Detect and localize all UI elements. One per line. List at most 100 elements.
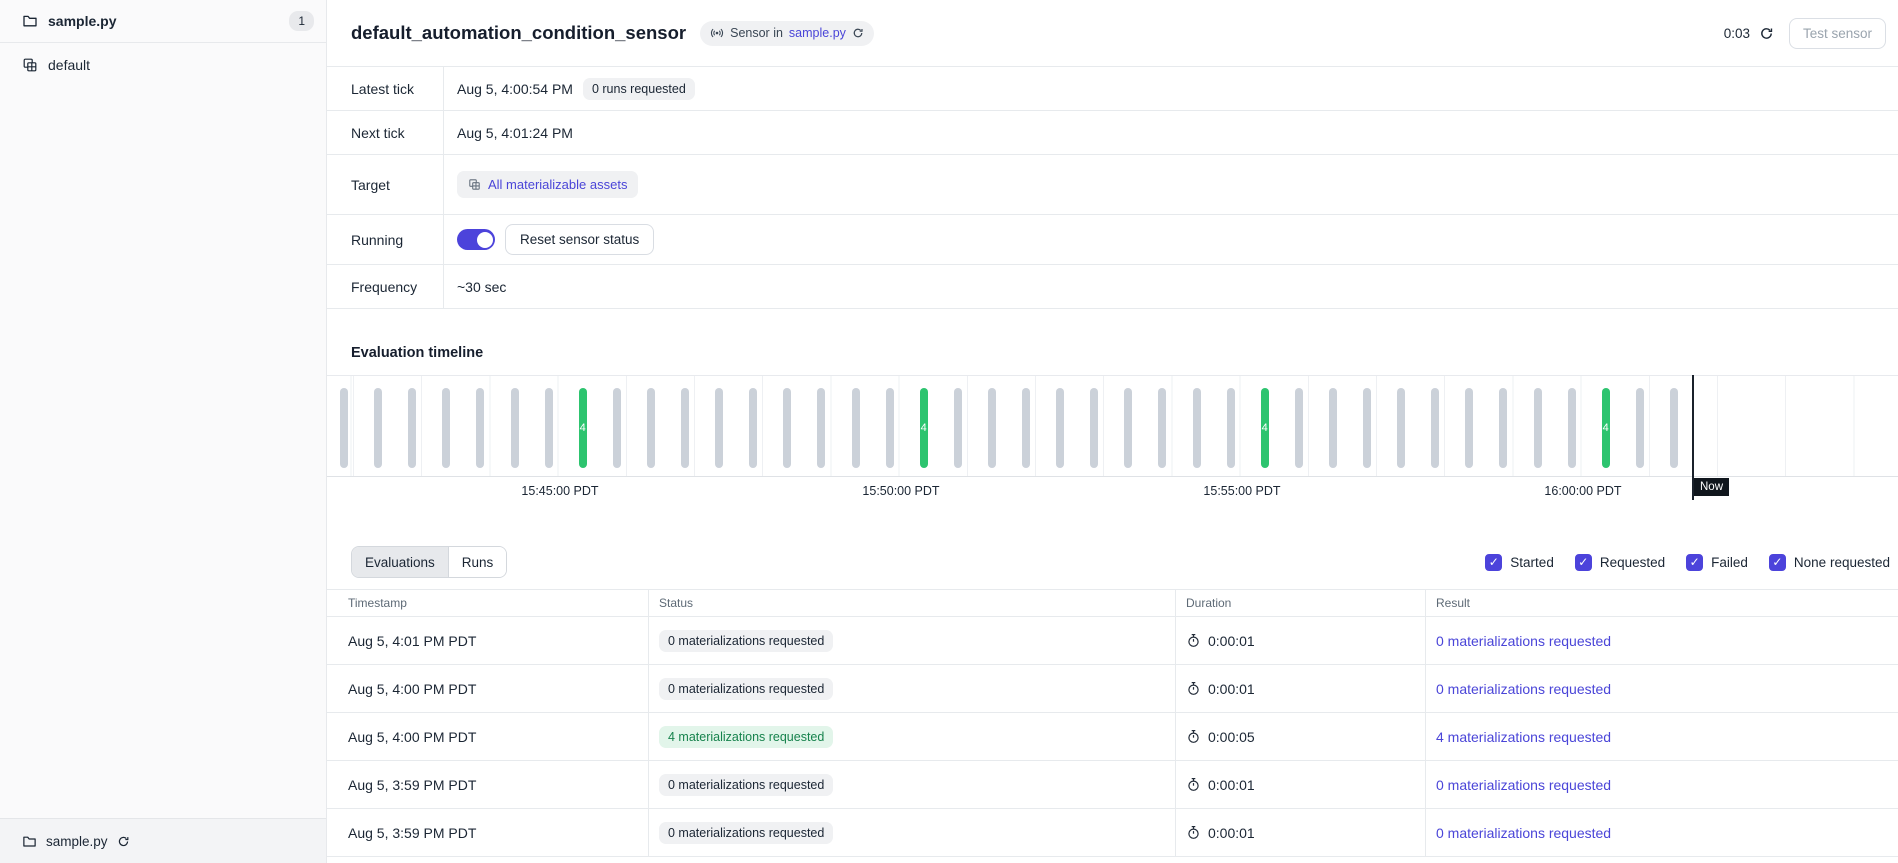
timeline-bar-requested[interactable]: 4 <box>1261 388 1269 468</box>
sensor-file-link[interactable]: sample.py <box>789 26 846 40</box>
checkbox-icon[interactable]: ✓ <box>1686 554 1703 571</box>
test-sensor-button[interactable]: Test sensor <box>1789 18 1886 49</box>
timer-icon <box>1186 777 1201 792</box>
timeline-bar[interactable] <box>1124 388 1132 468</box>
timeline-bar[interactable] <box>886 388 894 468</box>
axis-tick-label: 16:00:00 PDT <box>1544 484 1621 498</box>
timeline-bar[interactable] <box>715 388 723 468</box>
tab-evaluations[interactable]: Evaluations <box>352 547 448 577</box>
timeline-bar[interactable] <box>476 388 484 468</box>
reset-sensor-status-button[interactable]: Reset sensor status <box>505 224 654 255</box>
view-tabs: Evaluations Runs <box>351 546 507 578</box>
timeline-bar[interactable] <box>442 388 450 468</box>
timeline-bar-requested[interactable]: 4 <box>920 388 928 468</box>
filter-none-requested[interactable]: ✓ None requested <box>1769 554 1890 571</box>
folder-icon <box>22 834 37 849</box>
filter-started[interactable]: ✓ Started <box>1485 554 1554 571</box>
detail-row-frequency: Frequency ~30 sec <box>327 265 1898 309</box>
status-cell: 0 materializations requested <box>648 617 1175 664</box>
timeline-bar[interactable] <box>1022 388 1030 468</box>
timeline-bar[interactable] <box>1056 388 1064 468</box>
timeline-bar[interactable] <box>1397 388 1405 468</box>
main-content: default_automation_condition_sensor Sens… <box>327 0 1898 863</box>
timeline-bar[interactable] <box>783 388 791 468</box>
timer-icon <box>1186 633 1201 648</box>
timeline-bar[interactable] <box>1158 388 1166 468</box>
code-location-label: sample.py <box>46 834 108 849</box>
timeline-bar[interactable] <box>1465 388 1473 468</box>
timeline-bar[interactable] <box>340 388 348 468</box>
timeline-bar[interactable] <box>1363 388 1371 468</box>
detail-label: Latest tick <box>327 67 444 110</box>
timeline-bar[interactable] <box>681 388 689 468</box>
duration-cell: 0:00:01 <box>1175 809 1425 856</box>
timeline-bar[interactable] <box>1329 388 1337 468</box>
result-link[interactable]: 0 materializations requested <box>1436 681 1611 697</box>
timeline-bar[interactable] <box>511 388 519 468</box>
page-header: default_automation_condition_sensor Sens… <box>327 0 1898 67</box>
result-link[interactable]: 0 materializations requested <box>1436 777 1611 793</box>
filter-failed[interactable]: ✓ Failed <box>1686 554 1748 571</box>
running-toggle[interactable] <box>457 229 495 250</box>
page-title: default_automation_condition_sensor <box>351 22 686 44</box>
reload-icon[interactable] <box>852 27 864 39</box>
status-cell: 4 materializations requested <box>648 713 1175 760</box>
timer-icon <box>1186 681 1201 696</box>
result-link[interactable]: 0 materializations requested <box>1436 825 1611 841</box>
timestamp-cell: Aug 5, 4:00 PM PDT <box>327 713 648 760</box>
timeline-bar[interactable] <box>988 388 996 468</box>
result-link[interactable]: 0 materializations requested <box>1436 633 1611 649</box>
filter-requested[interactable]: ✓ Requested <box>1575 554 1665 571</box>
refresh-icon[interactable] <box>1759 26 1774 41</box>
timestamp-cell: Aug 5, 4:01 PM PDT <box>327 617 648 664</box>
target-assets-tag[interactable]: All materializable assets <box>457 171 638 198</box>
result-cell: 0 materializations requested <box>1425 809 1898 856</box>
timeline-bar[interactable] <box>1534 388 1542 468</box>
timeline-bar-requested[interactable]: 4 <box>579 388 587 468</box>
checkbox-icon[interactable]: ✓ <box>1575 554 1592 571</box>
timeline-bars: 4 4 4 4 <box>327 375 1898 477</box>
evaluation-timeline-heading: Evaluation timeline <box>351 345 1898 363</box>
timeline-bar[interactable] <box>374 388 382 468</box>
timeline-bar[interactable] <box>1295 388 1303 468</box>
timeline-bar[interactable] <box>749 388 757 468</box>
checkbox-icon[interactable]: ✓ <box>1769 554 1786 571</box>
sidebar-code-location[interactable]: sample.py <box>0 818 326 863</box>
timeline-bar[interactable] <box>852 388 860 468</box>
status-badge: 0 materializations requested <box>659 678 833 700</box>
evaluation-timeline-chart: 4444 15:45:00 PDT 15:50:00 PDT 15:55:00 … <box>327 375 1898 505</box>
table-row: Aug 5, 3:59 PM PDT 0 materializations re… <box>327 809 1898 857</box>
sidebar-item-sample-py[interactable]: sample.py 1 <box>0 0 326 43</box>
axis-tick-label: 15:45:00 PDT <box>521 484 598 498</box>
table-header: Timestamp Status Duration Result <box>327 589 1898 617</box>
timeline-bar[interactable] <box>1568 388 1576 468</box>
timeline-bar[interactable] <box>1193 388 1201 468</box>
asset-group-icon <box>22 57 38 73</box>
timeline-bar-requested[interactable]: 4 <box>1602 388 1610 468</box>
timeline-bar[interactable] <box>817 388 825 468</box>
checkbox-icon[interactable]: ✓ <box>1485 554 1502 571</box>
timeline-bar[interactable] <box>1670 388 1678 468</box>
sidebar-item-default[interactable]: default <box>0 43 326 83</box>
tab-runs[interactable]: Runs <box>448 547 507 577</box>
detail-label: Frequency <box>327 265 444 308</box>
filter-label: Requested <box>1600 555 1665 570</box>
detail-row-target: Target All materializable assets <box>327 155 1898 215</box>
timeline-bar[interactable] <box>545 388 553 468</box>
timeline-bar[interactable] <box>647 388 655 468</box>
timestamp-cell: Aug 5, 3:59 PM PDT <box>327 809 648 856</box>
timeline-bar[interactable] <box>1499 388 1507 468</box>
timeline-bar[interactable] <box>1636 388 1644 468</box>
timeline-bar[interactable] <box>954 388 962 468</box>
duration-cell: 0:00:01 <box>1175 761 1425 808</box>
result-link[interactable]: 4 materializations requested <box>1436 729 1611 745</box>
timeline-bar[interactable] <box>1227 388 1235 468</box>
duration-cell: 0:00:01 <box>1175 617 1425 664</box>
timeline-bar[interactable] <box>408 388 416 468</box>
sensor-count-badge: 1 <box>289 11 314 31</box>
timeline-bar[interactable] <box>1090 388 1098 468</box>
sensor-badge-text: Sensor in <box>730 26 783 40</box>
reload-icon[interactable] <box>117 835 130 848</box>
timeline-bar[interactable] <box>613 388 621 468</box>
timeline-bar[interactable] <box>1431 388 1439 468</box>
